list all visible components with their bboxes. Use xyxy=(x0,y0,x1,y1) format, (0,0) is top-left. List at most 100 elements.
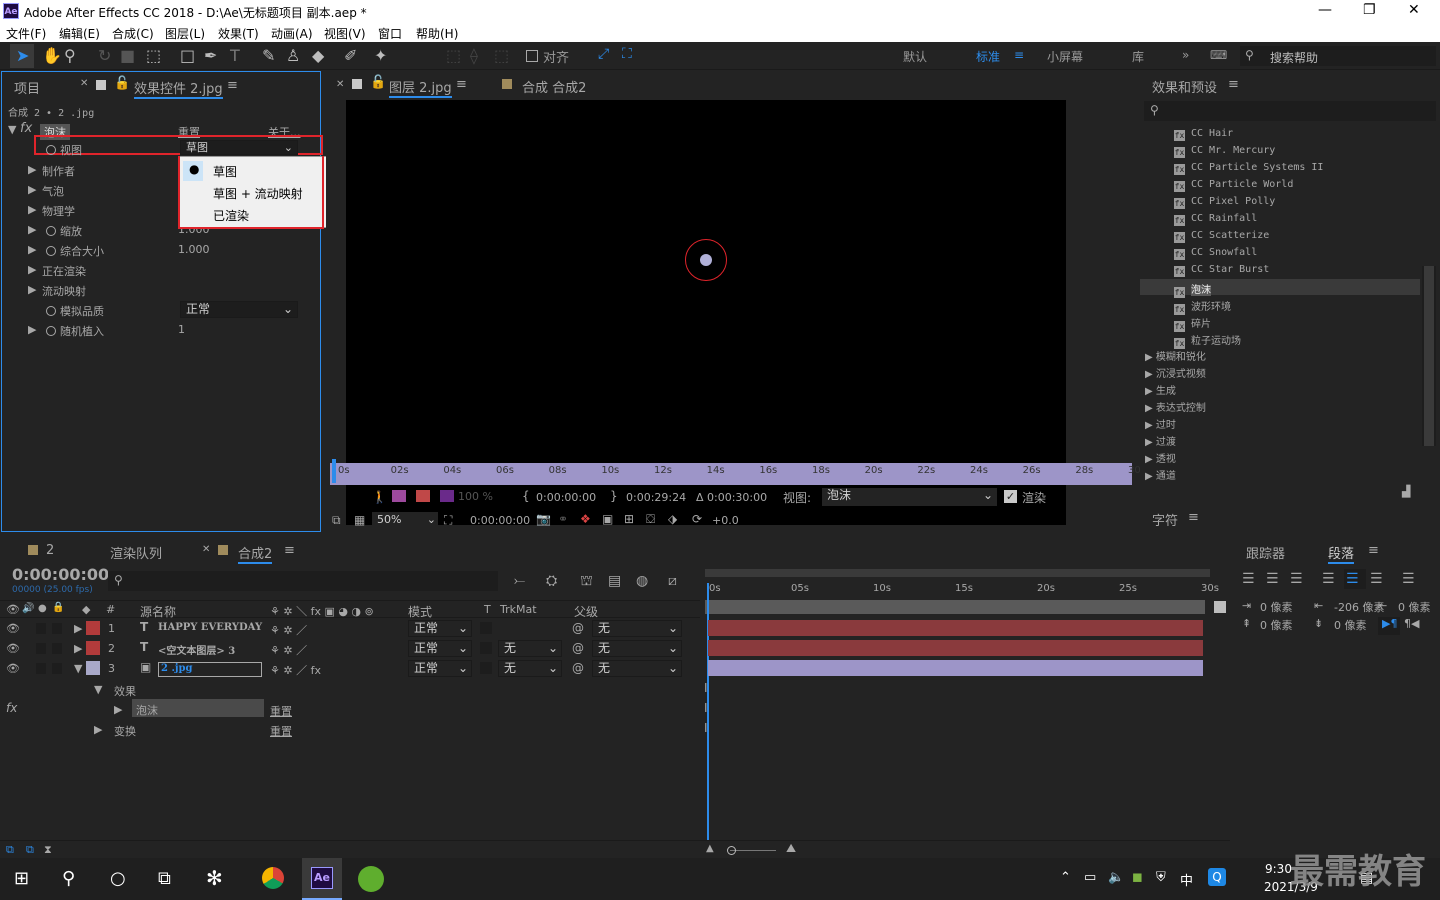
align-left-icon[interactable]: ☰ xyxy=(1242,571,1255,587)
effect-preset-item[interactable]: fx CC Particle Systems II xyxy=(1174,162,1323,175)
in-bracket-icon[interactable]: { xyxy=(522,489,530,503)
keyboard-icon[interactable]: ⌨ xyxy=(1210,48,1227,62)
stopwatch-icon[interactable] xyxy=(46,326,56,336)
justify-left-icon[interactable]: ☰ xyxy=(1322,571,1335,587)
expand-arrow-icon[interactable]: ▶ xyxy=(28,243,36,256)
in-time[interactable]: 0:00:00:00 xyxy=(536,491,596,504)
rtl-direction-icon[interactable]: ¶◀ xyxy=(1404,617,1419,630)
expand-arrow-icon[interactable]: ▶ xyxy=(28,223,36,236)
resolution-icon[interactable]: ▦ xyxy=(354,513,365,527)
workspace-small-screen[interactable]: 小屏幕 xyxy=(1047,48,1083,65)
effect-preset-item[interactable]: fx 粒子运动场 xyxy=(1174,332,1241,349)
expand-arrow-icon[interactable]: ▶ xyxy=(1145,352,1156,363)
effect-preset-item[interactable]: fx 波形环境 xyxy=(1174,298,1231,315)
expand-arrow-icon[interactable]: ▶ xyxy=(28,263,36,276)
col-trkmat[interactable]: TrkMat xyxy=(500,603,537,616)
effect-category-item[interactable]: ▶ 模糊和锐化 xyxy=(1145,348,1206,363)
stopwatch-icon[interactable] xyxy=(46,246,56,256)
justify-right-icon[interactable]: ☰ xyxy=(1370,571,1383,587)
work-area-range[interactable] xyxy=(705,600,1205,614)
layer-trkmat-select[interactable]: 无 ⌄ xyxy=(498,640,562,657)
close-tab-icon[interactable]: ✕ xyxy=(336,79,344,90)
work-area-bar[interactable] xyxy=(705,569,1210,577)
zoom-slider-thumb[interactable] xyxy=(727,846,736,855)
effect-preset-item[interactable]: fx 泡沫 xyxy=(1174,281,1211,298)
network-icon[interactable]: ▭ xyxy=(1084,870,1096,885)
expand-arrow-icon[interactable]: ▶ xyxy=(1145,403,1156,414)
layer-parent-select[interactable]: 无 ⌄ xyxy=(592,620,682,637)
security-icon[interactable]: ⛨ xyxy=(1156,870,1166,885)
indent-first-value[interactable]: -206 像素 xyxy=(1334,599,1384,615)
out-time[interactable]: 0:00:29:24 xyxy=(626,491,686,504)
rectangle-tool-icon[interactable]: □ xyxy=(180,46,195,65)
close-tab-icon[interactable]: ✕ xyxy=(202,544,210,555)
zoom-out-icon[interactable]: ▲ xyxy=(706,843,714,854)
tab-render-queue[interactable]: 渲染队列 xyxy=(110,543,162,562)
lock-icon[interactable]: 🔓 xyxy=(114,76,130,91)
expand-arrow-icon[interactable]: ▶ xyxy=(74,642,82,655)
axis-view-icon[interactable]: ⬚ xyxy=(494,46,509,65)
effect-preset-item[interactable]: fx CC Pixel Polly xyxy=(1174,196,1275,209)
tab-effect-controls[interactable]: 效果控件 2.jpg xyxy=(134,78,223,99)
layer-switches-icon[interactable]: ⚘ ✲ ／ fx xyxy=(270,662,321,678)
show-snapshot-icon[interactable]: ⚭ xyxy=(558,512,568,526)
switches-header-icon[interactable]: ⚘ ✲ ＼ fx ▣ ◕ ◑ ⊚ xyxy=(270,603,374,619)
nvidia-icon[interactable]: ◼ xyxy=(1132,870,1143,885)
layer-mode-select[interactable]: 正常 ⌄ xyxy=(408,620,472,637)
pickwhip-icon[interactable]: @ xyxy=(572,621,584,635)
tab-project[interactable]: 项目 xyxy=(14,78,40,97)
walk-icon[interactable]: 🚶 xyxy=(372,490,387,504)
col-source-name[interactable]: 源名称 xyxy=(140,603,176,620)
indent-right-value[interactable]: 0 像素 xyxy=(1398,599,1431,615)
panel-menu-icon[interactable]: ≡ xyxy=(1188,510,1199,525)
collapse-arrow-icon[interactable]: ▼ xyxy=(94,683,102,696)
ltr-direction-icon[interactable]: ▶¶ xyxy=(1382,617,1397,630)
tab-character[interactable]: 字符 xyxy=(1152,510,1178,529)
workspace-standard[interactable]: 标准 xyxy=(976,48,1000,65)
prop-value-size[interactable]: 1.000 xyxy=(178,243,210,256)
expand-arrow-icon[interactable]: ▶ xyxy=(28,163,36,176)
expand-arrow-icon[interactable]: ▶ xyxy=(1145,386,1156,397)
task-view-icon[interactable]: ⧉ xyxy=(158,868,171,889)
expand-arrow-icon[interactable]: ▶ xyxy=(94,723,102,736)
qq-icon[interactable]: Q xyxy=(1208,868,1226,886)
stopwatch-icon[interactable] xyxy=(46,145,56,155)
sim-quality-dropdown[interactable]: 正常 ⌄ xyxy=(180,301,298,318)
selection-tool-icon[interactable]: ➤ xyxy=(16,46,29,65)
axis-world-icon[interactable]: ⟠ xyxy=(470,46,478,65)
menu-file[interactable]: 文件(F) xyxy=(6,25,46,42)
layer-row[interactable]: 👁 ▼ 3 ▣ 2 .jpg ⚘ ✲ ／ fx 正常 ⌄ 无 ⌄ @ 无 ⌄ xyxy=(0,659,700,679)
chevron-up-icon[interactable]: ⌃ xyxy=(1060,870,1071,885)
rotate-tool-icon[interactable]: ↻ xyxy=(98,46,111,65)
eye-icon[interactable]: 👁 xyxy=(6,642,20,655)
timeline-nav-end-icon[interactable] xyxy=(1214,601,1226,613)
motion-blur-icon[interactable]: ◍ xyxy=(636,573,648,589)
help-search[interactable]: ⚲ 搜索帮助 xyxy=(1240,46,1436,66)
effect-preset-item[interactable]: fx CC Mr. Mercury xyxy=(1174,145,1275,158)
collapse-arrow-icon[interactable]: ▼ xyxy=(8,123,16,136)
label-header-icon[interactable]: ◆ xyxy=(82,603,90,616)
workspace-default[interactable]: 默认 xyxy=(903,48,927,65)
layer-row[interactable]: 👁 ▶ 2 T <空文本图层> 3 ⚘ ✲ ／ 正常 ⌄ 无 ⌄ @ 无 ⌄ xyxy=(0,639,700,659)
layer-label-color[interactable] xyxy=(86,661,100,675)
preserve-transparency-toggle[interactable] xyxy=(480,622,492,634)
layer-duration-bar[interactable] xyxy=(708,660,1203,676)
expand-arrow-icon[interactable]: ▶ xyxy=(114,703,122,716)
effect-preset-item[interactable]: fx 碎片 xyxy=(1174,315,1211,332)
menu-help[interactable]: 帮助(H) xyxy=(416,25,458,42)
magnification-select[interactable]: 50% ⌄ xyxy=(372,512,438,529)
solo-toggle[interactable] xyxy=(36,623,46,634)
solo-header-icon[interactable]: ● xyxy=(38,603,47,614)
current-time[interactable]: 0:00:00:00 xyxy=(470,514,530,527)
space-before-value[interactable]: 0 像素 xyxy=(1260,617,1293,633)
timeline-search-input[interactable]: ⚲ xyxy=(108,571,498,591)
pickwhip-icon[interactable]: @ xyxy=(572,641,584,655)
layer-parent-select[interactable]: 无 ⌄ xyxy=(592,660,682,677)
hand-tool-icon[interactable]: ✋ xyxy=(42,46,62,65)
space-after-value[interactable]: 0 像素 xyxy=(1334,617,1367,633)
tab-timeline-comp[interactable]: 合成2 xyxy=(238,543,273,564)
solo-toggle[interactable] xyxy=(36,663,46,674)
align-center-icon[interactable]: ☰ xyxy=(1266,571,1279,587)
layer-name[interactable]: <空文本图层> 3 xyxy=(158,642,235,657)
panel-menu-icon[interactable]: ≡ xyxy=(1368,543,1379,558)
